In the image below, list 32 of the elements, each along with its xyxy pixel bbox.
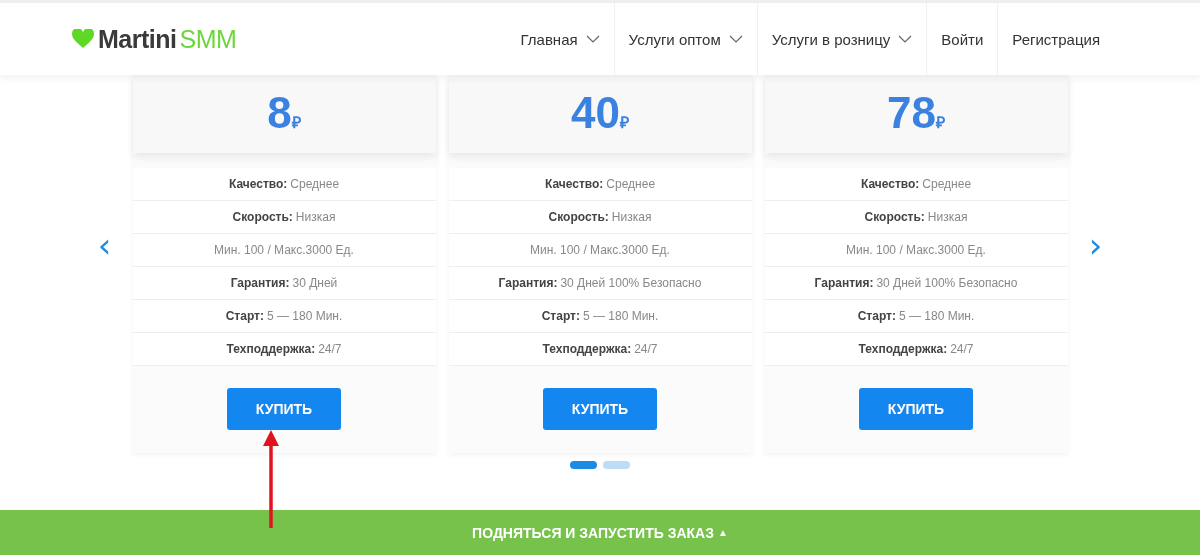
feature-text: Качество: Среднее (764, 168, 1068, 201)
logo[interactable]: MartiniSMM (98, 24, 237, 54)
currency: ₽ (935, 114, 945, 133)
currency: ₽ (291, 114, 301, 133)
feature-text: Старт: 5 — 180 Мин. (764, 300, 1068, 333)
feature-text: Старт: 5 — 180 Мин. (448, 300, 752, 333)
buy-button[interactable]: КУПИТЬ (543, 388, 657, 430)
currency: ₽ (619, 114, 629, 133)
nav-link[interactable]: Регистрация (998, 3, 1112, 75)
feature-text: Скорость: Низкая (132, 201, 436, 234)
buy-button[interactable]: КУПИТЬ (227, 388, 341, 430)
feature-text: Гарантия: 30 Дней (132, 267, 436, 300)
feature-text: Скорость: Низкая (448, 201, 752, 234)
feature-text: Техподдержка: 24/7 (764, 333, 1068, 366)
previous-button[interactable]: ‹ (86, 225, 123, 265)
feature-text: Мин. 100 / Макс.3000 Ед. (132, 234, 436, 267)
price: 40 (571, 91, 620, 135)
feature-text: Качество: Среднее (448, 168, 752, 201)
feature-text: Мин. 100 / Макс.3000 Ед. (764, 234, 1068, 267)
feature-text: Качество: Среднее (132, 168, 436, 201)
price: 78 (887, 91, 936, 135)
feature-text: Старт: 5 — 180 Мин. (132, 300, 436, 333)
feature-text: Гарантия: 30 Дней 100% Безопасно (448, 267, 752, 300)
next-button[interactable]: › (1077, 225, 1114, 265)
feature-text: Скорость: Низкая (764, 201, 1068, 234)
buy-button[interactable]: КУПИТЬ (859, 388, 973, 430)
price: 8 (267, 91, 292, 135)
feature-text: Мин. 100 / Макс.3000 Ед. (448, 234, 752, 267)
feature-text: Техподдержка: 24/7 (448, 333, 752, 366)
feature-text: Гарантия: 30 Дней 100% Безопасно (764, 267, 1068, 300)
heart-icon (72, 29, 94, 49)
feature-text: Техподдержка: 24/7 (132, 333, 436, 366)
